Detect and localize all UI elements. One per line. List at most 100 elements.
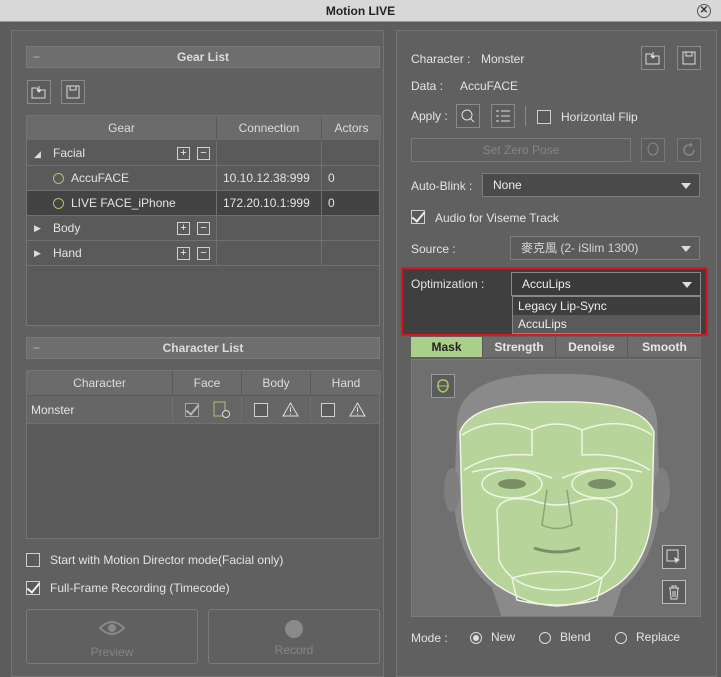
load-profile-button[interactable] bbox=[641, 46, 665, 70]
auto-blink-label: Auto-Blink : bbox=[411, 179, 473, 193]
save-gear-button[interactable] bbox=[61, 80, 85, 104]
table-row[interactable]: ▶ Body + − bbox=[27, 216, 379, 241]
optimization-select[interactable]: AccuLips bbox=[511, 272, 701, 296]
horizontal-flip-checkbox[interactable] bbox=[537, 110, 551, 124]
character-list-title: Character List bbox=[162, 341, 244, 355]
divider bbox=[525, 106, 526, 126]
reset-button[interactable] bbox=[677, 138, 701, 162]
pick-region-button[interactable] bbox=[662, 545, 686, 569]
remove-gear-button[interactable]: − bbox=[197, 147, 210, 160]
tab-strength[interactable]: Strength bbox=[483, 337, 556, 357]
auto-blink-select[interactable]: None bbox=[482, 173, 700, 197]
mode-replace-radio[interactable] bbox=[615, 632, 627, 644]
window-title: Motion LIVE bbox=[325, 4, 396, 18]
motion-director-checkbox[interactable] bbox=[26, 553, 40, 567]
add-gear-button[interactable]: + bbox=[177, 247, 190, 260]
list-icon bbox=[496, 110, 510, 122]
apply-pose-button[interactable] bbox=[456, 104, 480, 128]
add-gear-button[interactable]: + bbox=[177, 222, 190, 235]
apply-list-button[interactable] bbox=[491, 104, 515, 128]
chevron-down-icon bbox=[682, 282, 692, 288]
hand-cell bbox=[311, 396, 379, 424]
record-icon bbox=[285, 620, 303, 638]
mask-select-button[interactable] bbox=[431, 374, 455, 398]
column-header-gear[interactable]: Gear bbox=[27, 116, 217, 140]
record-label: Record bbox=[274, 643, 314, 657]
record-button[interactable]: Record bbox=[208, 609, 380, 664]
face-checkbox[interactable] bbox=[185, 403, 199, 417]
load-gear-button[interactable] bbox=[27, 80, 51, 104]
set-zero-pose-button[interactable]: Set Zero Pose bbox=[411, 138, 631, 162]
collapse-icon[interactable]: − bbox=[33, 47, 40, 67]
chevron-down-icon bbox=[681, 183, 691, 189]
gear-table: Gear Connection Actors ◢ Facial + − Accu… bbox=[26, 115, 381, 326]
gear-connection bbox=[217, 241, 322, 266]
full-frame-label: Full-Frame Recording (Timecode) bbox=[50, 581, 230, 595]
table-row[interactable]: Monster bbox=[27, 396, 379, 424]
gear-connection bbox=[217, 216, 322, 241]
warning-icon bbox=[282, 402, 299, 417]
character-list-header[interactable]: − Character List bbox=[26, 337, 380, 359]
save-profile-button[interactable] bbox=[677, 46, 701, 70]
audio-viseme-checkbox[interactable] bbox=[411, 210, 425, 224]
optimization-label: Optimization : bbox=[411, 277, 485, 291]
mask-viewport bbox=[411, 359, 701, 617]
calibrate-face-button[interactable] bbox=[641, 138, 665, 162]
character-name: Monster bbox=[27, 396, 173, 424]
delete-region-button[interactable] bbox=[662, 580, 686, 604]
table-row[interactable]: AccuFACE 10.10.12.38:999 0 bbox=[27, 166, 379, 191]
optimization-value: AccuLips bbox=[522, 277, 571, 291]
optimization-option[interactable]: AccuLips bbox=[513, 315, 700, 333]
refresh-icon bbox=[683, 142, 695, 156]
source-select[interactable]: 麥克風 (2- iSlim 1300) bbox=[510, 236, 700, 260]
column-header-face[interactable]: Face bbox=[173, 371, 242, 395]
tab-denoise[interactable]: Denoise bbox=[556, 337, 628, 357]
cursor-select-icon bbox=[666, 549, 680, 564]
gear-list-title: Gear List bbox=[176, 50, 230, 64]
hand-checkbox[interactable] bbox=[321, 403, 335, 417]
column-header-body[interactable]: Body bbox=[242, 371, 311, 395]
body-checkbox[interactable] bbox=[254, 403, 268, 417]
preview-button[interactable]: Preview bbox=[26, 609, 198, 664]
mode-new-radio[interactable] bbox=[470, 632, 482, 644]
remove-gear-button[interactable]: − bbox=[197, 222, 210, 235]
source-value: 麥克風 (2- iSlim 1300) bbox=[521, 241, 639, 255]
character-value: Monster bbox=[481, 52, 525, 66]
face-mask-icon bbox=[437, 379, 449, 393]
data-label: Data : bbox=[411, 79, 444, 93]
character-label: Character : bbox=[411, 52, 471, 66]
add-gear-button[interactable]: + bbox=[177, 147, 190, 160]
auto-blink-value: None bbox=[493, 178, 522, 192]
table-row[interactable]: LIVE FACE_iPhone 172.20.10.1:999 0 bbox=[27, 191, 379, 216]
close-icon[interactable]: ✕ bbox=[697, 4, 711, 18]
audio-viseme-label: Audio for Viseme Track bbox=[435, 211, 559, 225]
optimization-dropdown-list: Legacy Lip-Sync AccuLips bbox=[512, 296, 701, 334]
title-bar: Motion LIVE ✕ bbox=[0, 0, 721, 22]
remove-gear-button[interactable]: − bbox=[197, 247, 210, 260]
column-header-character[interactable]: Character bbox=[27, 371, 173, 395]
gear-actors: 0 bbox=[328, 196, 335, 210]
character-table: Character Face Body Hand Monster bbox=[26, 370, 381, 539]
column-header-hand[interactable]: Hand bbox=[311, 371, 381, 395]
gear-connection: 10.10.12.38:999 bbox=[217, 166, 322, 191]
gear-list-header[interactable]: − Gear List bbox=[26, 46, 380, 68]
collapse-icon[interactable]: − bbox=[33, 338, 40, 358]
table-row[interactable]: ◢ Facial + − bbox=[27, 141, 379, 166]
gear-actors bbox=[322, 216, 379, 241]
face-mask-image[interactable] bbox=[412, 360, 701, 617]
full-frame-checkbox[interactable] bbox=[26, 581, 40, 595]
tab-smooth[interactable]: Smooth bbox=[628, 337, 701, 357]
column-header-actors[interactable]: Actors bbox=[322, 116, 381, 140]
source-label: Source : bbox=[411, 242, 456, 256]
tab-mask[interactable]: Mask bbox=[411, 337, 483, 357]
chevron-down-icon bbox=[681, 246, 691, 252]
mode-label: Mode : bbox=[411, 631, 448, 645]
save-icon bbox=[682, 51, 696, 65]
mode-blend-radio[interactable] bbox=[539, 632, 551, 644]
trash-icon bbox=[669, 585, 679, 600]
face-device-icon[interactable] bbox=[213, 401, 231, 419]
column-header-connection[interactable]: Connection bbox=[217, 116, 322, 140]
folder-open-icon bbox=[31, 86, 46, 99]
table-row[interactable]: ▶ Hand + − bbox=[27, 241, 379, 266]
optimization-option[interactable]: Legacy Lip-Sync bbox=[513, 297, 700, 315]
